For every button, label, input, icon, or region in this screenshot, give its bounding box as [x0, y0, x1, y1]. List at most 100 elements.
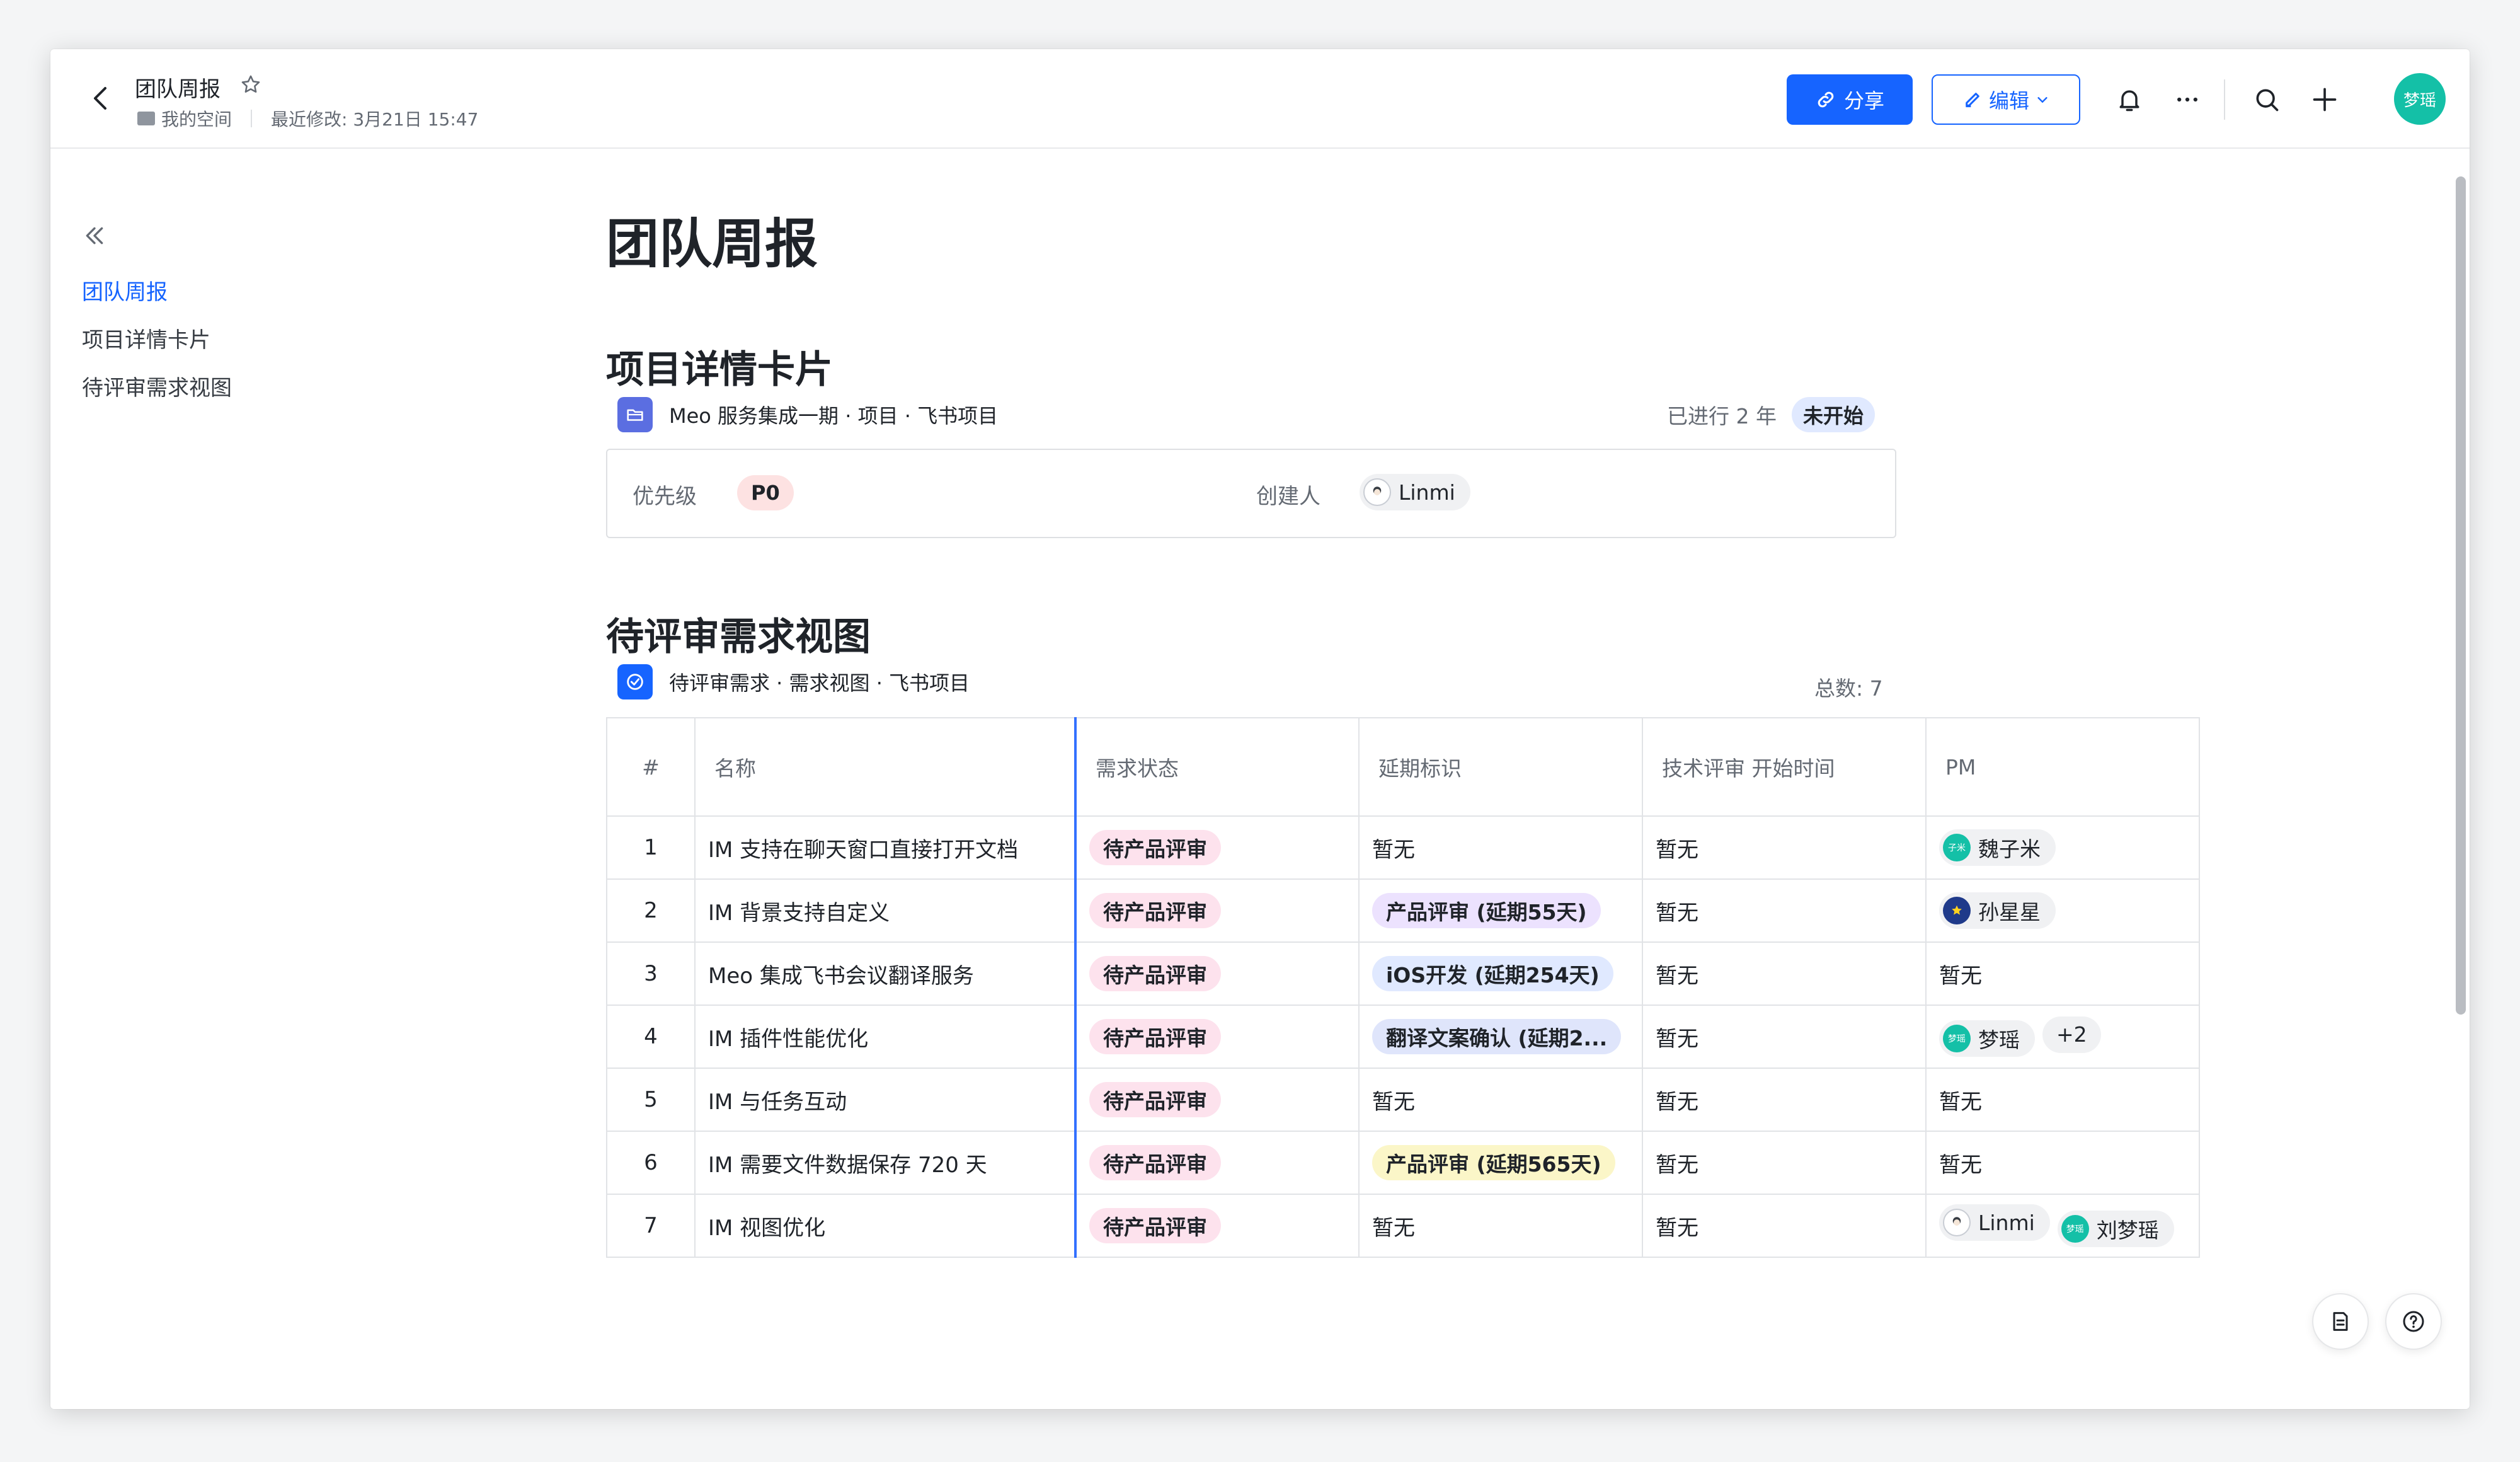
view-name: 待评审需求 · 需求视图 · 飞书项目: [669, 671, 970, 695]
row-index: 4: [606, 1004, 696, 1069]
row-name[interactable]: IM 支持在聊天窗口直接打开文档: [694, 815, 1077, 880]
doc-info-icon: [2333, 1312, 2348, 1331]
view-check-icon: [617, 664, 653, 699]
plus-icon[interactable]: [2306, 81, 2344, 118]
row-name[interactable]: IM 视图优化: [694, 1194, 1077, 1258]
collapse-toc-icon[interactable]: [77, 218, 112, 253]
pm-chip[interactable]: Linmi: [1939, 1204, 2050, 1241]
project-status-badge: 未开始: [1791, 397, 1875, 432]
table-row[interactable]: 5 IM 与任务互动 待产品评审 暂无 暂无 暂无: [606, 1068, 2200, 1132]
pm-empty: 暂无: [1925, 1131, 2200, 1195]
row-index: 3: [606, 941, 696, 1006]
toc-item-project-card[interactable]: 项目详情卡片: [82, 316, 232, 364]
row-name[interactable]: IM 与任务互动: [694, 1068, 1077, 1132]
help-button[interactable]: [2385, 1293, 2442, 1350]
table-row[interactable]: 3 Meo 集成飞书会议翻译服务 待产品评审 iOS开发 (延期254天) 暂无…: [606, 941, 2200, 1006]
folder-icon: [137, 112, 155, 125]
column-header-index[interactable]: #: [606, 717, 696, 817]
delay-empty: 暂无: [1358, 1194, 1643, 1258]
priority-badge: P0: [737, 475, 794, 510]
app-window: 团队周报 我的空间 最近修改: 3月21日 15:47 分享 编辑 梦瑶 团队周…: [50, 49, 2470, 1409]
share-button[interactable]: 分享: [1787, 74, 1913, 125]
row-name[interactable]: IM 需要文件数据保存 720 天: [694, 1131, 1077, 1195]
table-header-row: # 名称 需求状态 延期标识 技术评审 开始时间 PM: [606, 717, 2200, 817]
more-icon[interactable]: [2168, 81, 2206, 118]
toc-item-review-view[interactable]: 待评审需求视图: [82, 364, 232, 412]
row-name[interactable]: IM 背景支持自定义: [694, 878, 1077, 943]
toc-item-team-report[interactable]: 团队周报: [82, 268, 232, 316]
column-header-name[interactable]: 名称: [694, 717, 1077, 817]
section-heading-review-view: 待评审需求视图: [606, 615, 871, 659]
column-header-review-start[interactable]: 技术评审 开始时间: [1642, 717, 1927, 817]
page-title: 团队周报: [606, 213, 818, 275]
pm-chip[interactable]: 孙星星: [1939, 892, 2056, 929]
column-header-delay[interactable]: 延期标识: [1358, 717, 1643, 817]
project-folder-icon: [617, 397, 653, 432]
avatar: [1943, 1209, 1971, 1236]
delay-empty: 暂无: [1358, 815, 1643, 880]
row-index: 6: [606, 1131, 696, 1195]
pm-chip[interactable]: 梦瑶 梦瑶: [1939, 1020, 2035, 1057]
divider: [251, 110, 253, 127]
review-start-empty: 暂无: [1642, 1004, 1927, 1069]
star-icon[interactable]: [238, 72, 263, 97]
project-elapsed: 已进行 2 年: [1667, 404, 1777, 429]
review-start-empty: 暂无: [1642, 1068, 1927, 1132]
column-header-pm[interactable]: PM: [1925, 717, 2200, 817]
project-card-header[interactable]: Meo 服务集成一期 · 项目 · 飞书项目: [617, 397, 998, 432]
review-start-empty: 暂无: [1642, 878, 1927, 943]
last-modified: 最近修改: 3月21日 15:47: [271, 109, 479, 130]
pencil-icon: [1966, 93, 1979, 108]
priority-label: 优先级: [633, 484, 697, 509]
pm-name: 魏子米: [1978, 837, 2041, 861]
bell-icon[interactable]: [2110, 81, 2148, 118]
doc-title: 团队周报: [135, 77, 220, 102]
doc-info-button[interactable]: [2312, 1293, 2369, 1350]
search-icon[interactable]: [2248, 81, 2286, 118]
pm-chip[interactable]: 子米 魏子米: [1939, 829, 2056, 866]
delay-tag: 产品评审 (延期55天): [1372, 893, 1601, 928]
back-icon[interactable]: [83, 81, 118, 116]
link-icon: [1818, 91, 1834, 108]
creator-chip[interactable]: Linmi: [1360, 474, 1470, 510]
status-tag: 待产品评审: [1089, 1019, 1221, 1054]
status-tag: 待产品评审: [1089, 893, 1221, 928]
table-row[interactable]: 7 IM 视图优化 待产品评审 暂无 暂无 Linmi 梦瑶 刘梦瑶: [606, 1194, 2200, 1258]
pm-more-count[interactable]: +2: [2042, 1016, 2101, 1053]
avatar: [1943, 897, 1971, 924]
section-heading-project-card: 项目详情卡片: [606, 348, 833, 392]
row-name[interactable]: IM 插件性能优化: [694, 1004, 1077, 1069]
edit-label: 编辑: [1988, 89, 2029, 113]
pm-name: 孙星星: [1978, 900, 2041, 924]
avatar: 梦瑶: [2061, 1215, 2089, 1243]
share-label: 分享: [1843, 89, 1884, 113]
scrollbar[interactable]: [2456, 176, 2466, 1015]
view-header[interactable]: 待评审需求 · 需求视图 · 飞书项目: [617, 664, 970, 699]
view-total: 总数: 7: [1814, 676, 1883, 701]
delay-tag: 翻译文案确认 (延期2...: [1372, 1019, 1622, 1054]
row-index: 5: [606, 1068, 696, 1132]
avatar: 梦瑶: [1943, 1025, 1971, 1053]
table-row[interactable]: 6 IM 需要文件数据保存 720 天 待产品评审 产品评审 (延期565天) …: [606, 1131, 2200, 1195]
table-row[interactable]: 4 IM 插件性能优化 待产品评审 翻译文案确认 (延期2... 暂无 梦瑶 梦…: [606, 1004, 2200, 1069]
toolbar-divider: [2224, 79, 2225, 120]
project-detail-card: 优先级 P0 创建人 Linmi: [606, 449, 1896, 538]
user-avatar[interactable]: 梦瑶: [2394, 73, 2446, 125]
row-name[interactable]: Meo 集成飞书会议翻译服务: [694, 941, 1077, 1006]
project-name: Meo 服务集成一期 · 项目 · 飞书项目: [669, 404, 999, 428]
edit-button[interactable]: 编辑: [1932, 74, 2080, 125]
delay-tag: iOS开发 (延期254天): [1372, 956, 1613, 991]
row-index: 7: [606, 1194, 696, 1258]
pm-name: Linmi: [1978, 1210, 2035, 1235]
review-start-empty: 暂无: [1642, 815, 1927, 880]
table-row[interactable]: 1 IM 支持在聊天窗口直接打开文档 待产品评审 暂无 暂无 子米 魏子米: [606, 815, 2200, 880]
table-row[interactable]: 2 IM 背景支持自定义 待产品评审 产品评审 (延期55天) 暂无 孙星星: [606, 878, 2200, 943]
delay-empty: 暂无: [1358, 1068, 1643, 1132]
pm-name: 梦瑶: [1978, 1028, 2020, 1053]
top-bar: 团队周报 我的空间 最近修改: 3月21日 15:47 分享 编辑 梦瑶: [50, 49, 2470, 149]
space-link[interactable]: 我的空间: [161, 106, 232, 131]
pm-empty: 暂无: [1925, 1068, 2200, 1132]
pm-chip[interactable]: 梦瑶 刘梦瑶: [2057, 1211, 2174, 1247]
status-tag: 待产品评审: [1089, 830, 1221, 865]
column-header-status[interactable]: 需求状态: [1075, 717, 1360, 817]
